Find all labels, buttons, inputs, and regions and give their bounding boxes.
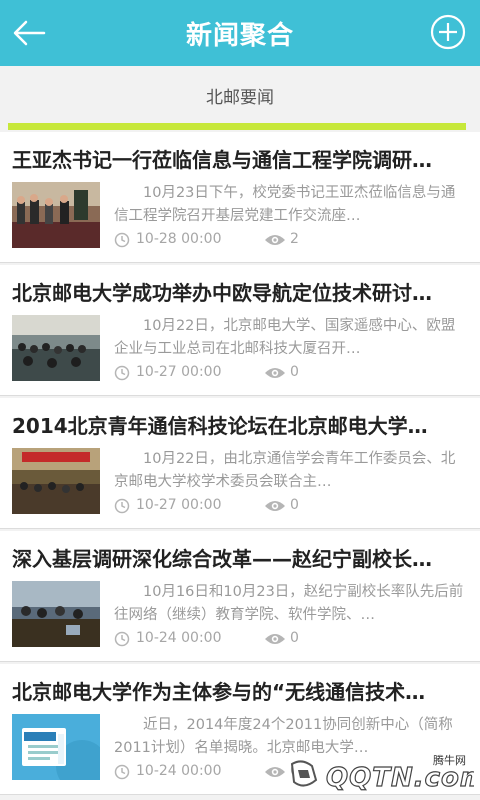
news-item[interactable]: 2014北京青年通信科技论坛在北京邮电大学… 10月22日，由北京通信学会青年工… (0, 398, 480, 529)
news-date: 10-24 00:00 (136, 630, 222, 646)
view-count: 0 (290, 364, 299, 380)
news-date: 10-24 00:00 (136, 763, 222, 779)
news-list[interactable]: 王亚杰书记一行莅临信息与通信工程学院调研… 10月23日下午，校党委书记王亚杰莅… (0, 132, 480, 800)
clock-icon (114, 764, 130, 780)
news-title: 2014北京青年通信科技论坛在北京邮电大学… (12, 414, 428, 438)
view-count: 0 (290, 497, 299, 513)
watermark-logo: QQTN.com 腾牛网 (284, 752, 480, 794)
news-summary: 10月22日，北京邮电大学、国家遥感中心、欧盟企业与工业总司在北邮科技大厦召开… (114, 318, 456, 357)
news-thumbnail (12, 581, 100, 647)
watermark-text: 腾牛网 (433, 754, 466, 767)
news-thumbnail (12, 448, 100, 514)
news-meta: 10-24 00:00 0 (114, 628, 464, 650)
news-meta: 10-27 00:00 0 (114, 362, 464, 384)
news-meta: 10-28 00:00 2 (114, 229, 464, 251)
clock-icon (114, 365, 130, 381)
news-item[interactable]: 深入基层调研深化综合改革——赵纪宁副校长… 10月16日和10月23日，赵纪宁副… (0, 531, 480, 662)
tab-indicator (8, 123, 466, 130)
clock-icon (114, 631, 130, 647)
news-title: 北京邮电大学作为主体参与的“无线通信技术… (12, 680, 426, 704)
eye-icon (265, 767, 285, 777)
news-summary: 10月16日和10月23日，赵纪宁副校长率队先后前往网络（继续）教育学院、软件学… (114, 584, 464, 623)
app-header: 新闻聚合 (0, 0, 480, 66)
news-summary: 10月23日下午，校党委书记王亚杰莅临信息与通信工程学院召开基层党建工作交流座… (114, 185, 456, 224)
clock-icon (114, 232, 130, 248)
eye-icon (265, 235, 285, 245)
news-date: 10-27 00:00 (136, 497, 222, 513)
view-count: 2 (290, 231, 299, 247)
plus-circle-icon[interactable] (430, 14, 466, 50)
eye-icon (265, 634, 285, 644)
news-thumbnail (12, 315, 100, 381)
news-item[interactable]: 北京邮电大学成功举办中欧导航定位技术研讨… 10月22日，北京邮电大学、国家遥感… (0, 265, 480, 396)
tab-label: 北邮要闻 (206, 87, 274, 108)
news-title: 王亚杰书记一行莅临信息与通信工程学院调研… (12, 148, 432, 172)
arrow-left-icon[interactable] (10, 14, 50, 52)
news-title: 深入基层调研深化综合改革——赵纪宁副校长… (12, 547, 432, 571)
news-title: 北京邮电大学成功举办中欧导航定位技术研讨… (12, 281, 432, 305)
news-meta: 10-27 00:00 0 (114, 495, 464, 517)
news-item[interactable]: 王亚杰书记一行莅临信息与通信工程学院调研… 10月23日下午，校党委书记王亚杰莅… (0, 132, 480, 263)
eye-icon (265, 501, 285, 511)
news-thumbnail (12, 182, 100, 248)
news-date: 10-28 00:00 (136, 231, 222, 247)
news-date: 10-27 00:00 (136, 364, 222, 380)
tab-bar: 北邮要闻 (0, 66, 480, 131)
news-summary: 10月22日，由北京通信学会青年工作委员会、北京邮电大学校学术委员会联合主… (114, 451, 456, 490)
view-count: 0 (290, 630, 299, 646)
page-title: 新闻聚合 (185, 20, 294, 51)
news-thumbnail (12, 714, 100, 780)
eye-icon (265, 368, 285, 378)
clock-icon (114, 498, 130, 514)
tab-bupt-news[interactable]: 北邮要闻 (0, 66, 480, 124)
